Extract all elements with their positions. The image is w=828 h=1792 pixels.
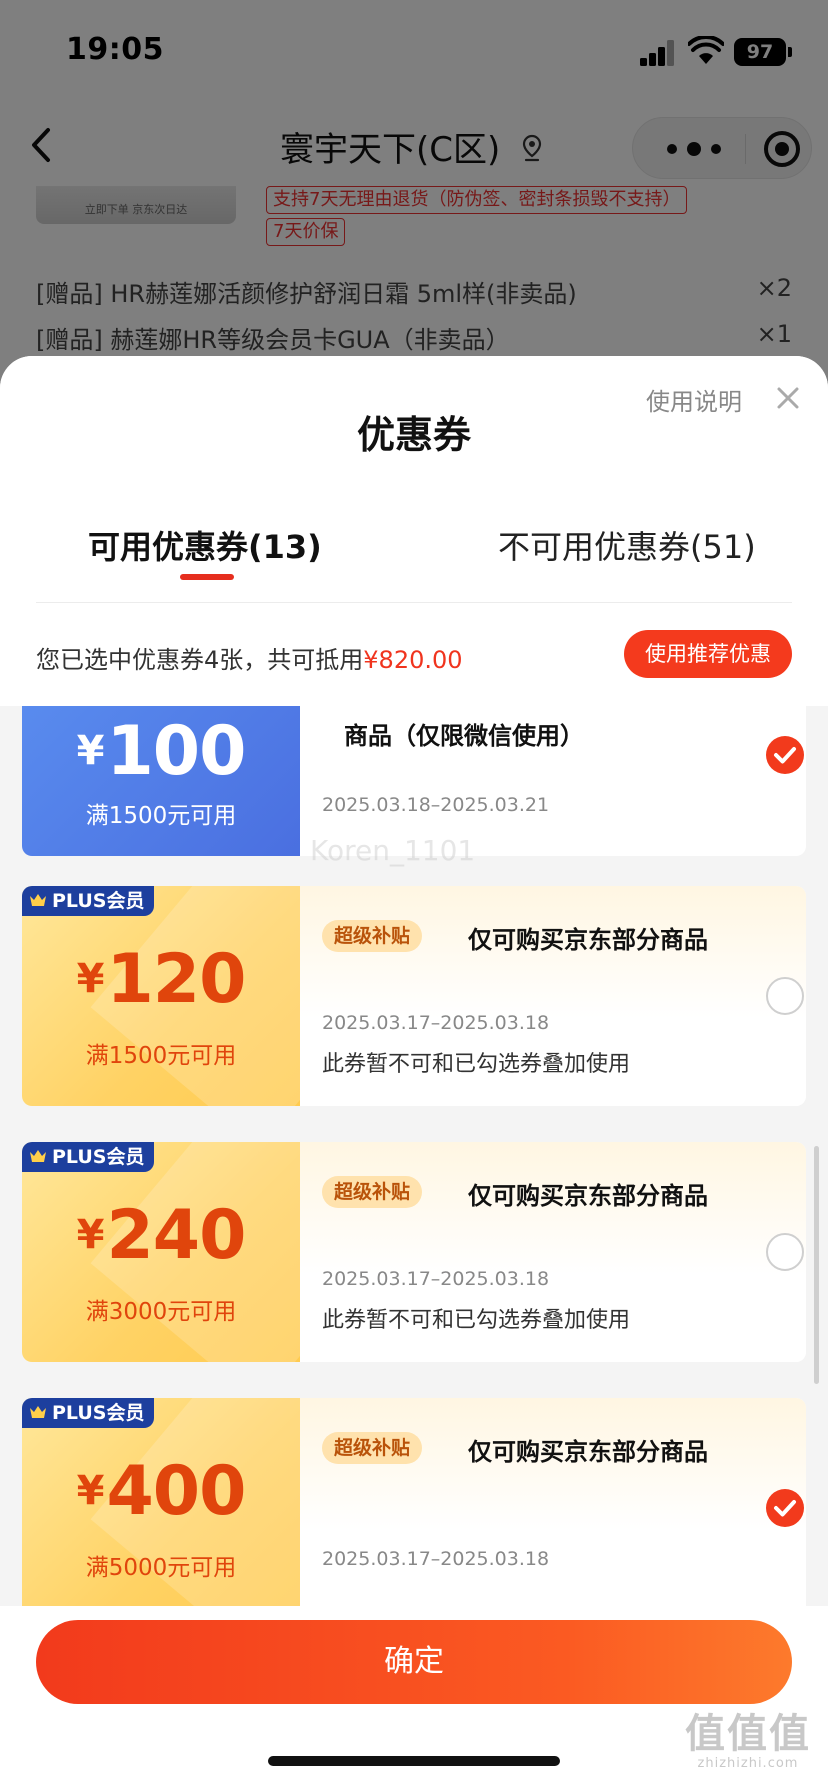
coupon-card[interactable]: PLUS会员 ¥400 满5000元可用 超级补贴 仅可购买京东部分商品 202… xyxy=(22,1398,806,1618)
super-subsidy-tag: 超级补贴 xyxy=(322,920,423,952)
coupon-list[interactable]: ¥100 满1500元可用 商品（仅限微信使用） 2025.03.18–2025… xyxy=(0,706,828,1706)
coupon-validity: 2025.03.17–2025.03.18 xyxy=(322,1548,550,1570)
coupon-amount: ¥100 xyxy=(76,712,247,791)
modal-overlay[interactable] xyxy=(0,0,828,400)
crown-icon xyxy=(30,894,46,906)
coupon-checkbox[interactable] xyxy=(766,1489,804,1527)
checkmark-icon xyxy=(774,747,796,764)
confirm-button[interactable]: 确定 xyxy=(36,1620,792,1704)
coupon-conflict-note: 此券暂不可和已勾选券叠加使用 xyxy=(322,1052,631,1077)
coupon-value-panel: ¥100 满1500元可用 xyxy=(22,706,300,856)
coupon-threshold: 满1500元可用 xyxy=(85,803,237,829)
sheet-title: 优惠券 xyxy=(356,413,471,457)
crown-icon xyxy=(30,1150,46,1162)
coupon-title: 商品（仅限微信使用） xyxy=(344,722,584,750)
coupon-info-panel: 超级补贴 仅可购买京东部分商品 2025.03.17–2025.03.18 xyxy=(300,1398,806,1618)
sheet-header: 使用说明 优惠券 可用优惠券(13) 不可用优惠券(51) 您已选中优惠券4张，… xyxy=(0,356,828,706)
coupon-amount: ¥240 xyxy=(76,1196,247,1275)
coupon-card[interactable]: PLUS会员 ¥120 满1500元可用 超级补贴 仅可购买京东部分商品 202… xyxy=(22,886,806,1106)
coupon-amount: ¥400 xyxy=(76,1452,247,1531)
tab-unavailable-coupons[interactable]: 不可用优惠券(51) xyxy=(498,522,756,568)
coupon-sheet: 使用说明 优惠券 可用优惠券(13) 不可用优惠券(51) 您已选中优惠券4张，… xyxy=(0,356,828,1792)
super-subsidy-tag: 超级补贴 xyxy=(322,1432,423,1464)
checkmark-icon xyxy=(774,1500,796,1517)
coupon-validity: 2025.03.17–2025.03.18 xyxy=(322,1012,550,1034)
active-tab-indicator xyxy=(180,574,234,580)
coupon-title: 仅可购买京东部分商品 xyxy=(468,926,708,954)
coupon-title: 仅可购买京东部分商品 xyxy=(468,1438,708,1466)
coupon-info-panel: 超级补贴 仅可购买京东部分商品 2025.03.17–2025.03.18 此券… xyxy=(300,886,806,1106)
coupon-threshold: 满3000元可用 xyxy=(85,1299,237,1325)
coupon-value-panel: PLUS会员 ¥120 满1500元可用 xyxy=(22,886,300,1106)
coupon-validity: 2025.03.17–2025.03.18 xyxy=(322,1268,550,1290)
coupon-value-panel: PLUS会员 ¥240 满3000元可用 xyxy=(22,1142,300,1362)
home-indicator[interactable] xyxy=(268,1756,560,1766)
coupon-title: 仅可购买京东部分商品 xyxy=(468,1182,708,1210)
summary-text: 您已选中优惠券4张，共可抵用 xyxy=(36,646,364,674)
header-divider xyxy=(36,602,792,603)
coupon-card[interactable]: PLUS会员 ¥240 满3000元可用 超级补贴 仅可购买京东部分商品 202… xyxy=(22,1142,806,1362)
tab-available-coupons[interactable]: 可用优惠券(13) xyxy=(88,522,322,568)
coupon-threshold: 满5000元可用 xyxy=(85,1555,237,1581)
coupon-threshold: 满1500元可用 xyxy=(85,1043,237,1069)
crown-icon xyxy=(30,1406,46,1418)
plus-member-badge: PLUS会员 xyxy=(22,1142,155,1172)
site-watermark-logo: 值值值 xyxy=(685,1711,811,1757)
coupon-validity: 2025.03.18–2025.03.21 xyxy=(322,794,550,816)
use-recommended-button[interactable]: 使用推荐优惠 xyxy=(624,630,792,678)
sheet-footer: 确定 值值值 zhizhizhi.com xyxy=(0,1606,828,1792)
plus-member-badge: PLUS会员 xyxy=(22,886,155,916)
user-watermark: Koren_1101 xyxy=(310,834,476,867)
coupon-amount: ¥120 xyxy=(76,940,247,1019)
scrollbar[interactable] xyxy=(814,1146,819,1384)
coupon-checkbox[interactable] xyxy=(766,736,804,774)
site-watermark-url: zhizhizhi.com xyxy=(697,1756,799,1771)
coupon-value-panel: PLUS会员 ¥400 满5000元可用 xyxy=(22,1398,300,1618)
selection-summary: 您已选中优惠券4张，共可抵用¥820.00 xyxy=(36,640,463,675)
summary-amount: ¥820.00 xyxy=(363,646,463,674)
coupon-checkbox[interactable] xyxy=(766,1233,804,1271)
super-subsidy-tag: 超级补贴 xyxy=(322,1176,423,1208)
coupon-info-panel: 超级补贴 仅可购买京东部分商品 2025.03.17–2025.03.18 此券… xyxy=(300,1142,806,1362)
coupon-checkbox[interactable] xyxy=(766,977,804,1015)
plus-member-badge: PLUS会员 xyxy=(22,1398,155,1428)
site-watermark: 值值值 zhizhizhi.com xyxy=(680,1712,816,1771)
coupon-conflict-note: 此券暂不可和已勾选券叠加使用 xyxy=(322,1308,631,1333)
